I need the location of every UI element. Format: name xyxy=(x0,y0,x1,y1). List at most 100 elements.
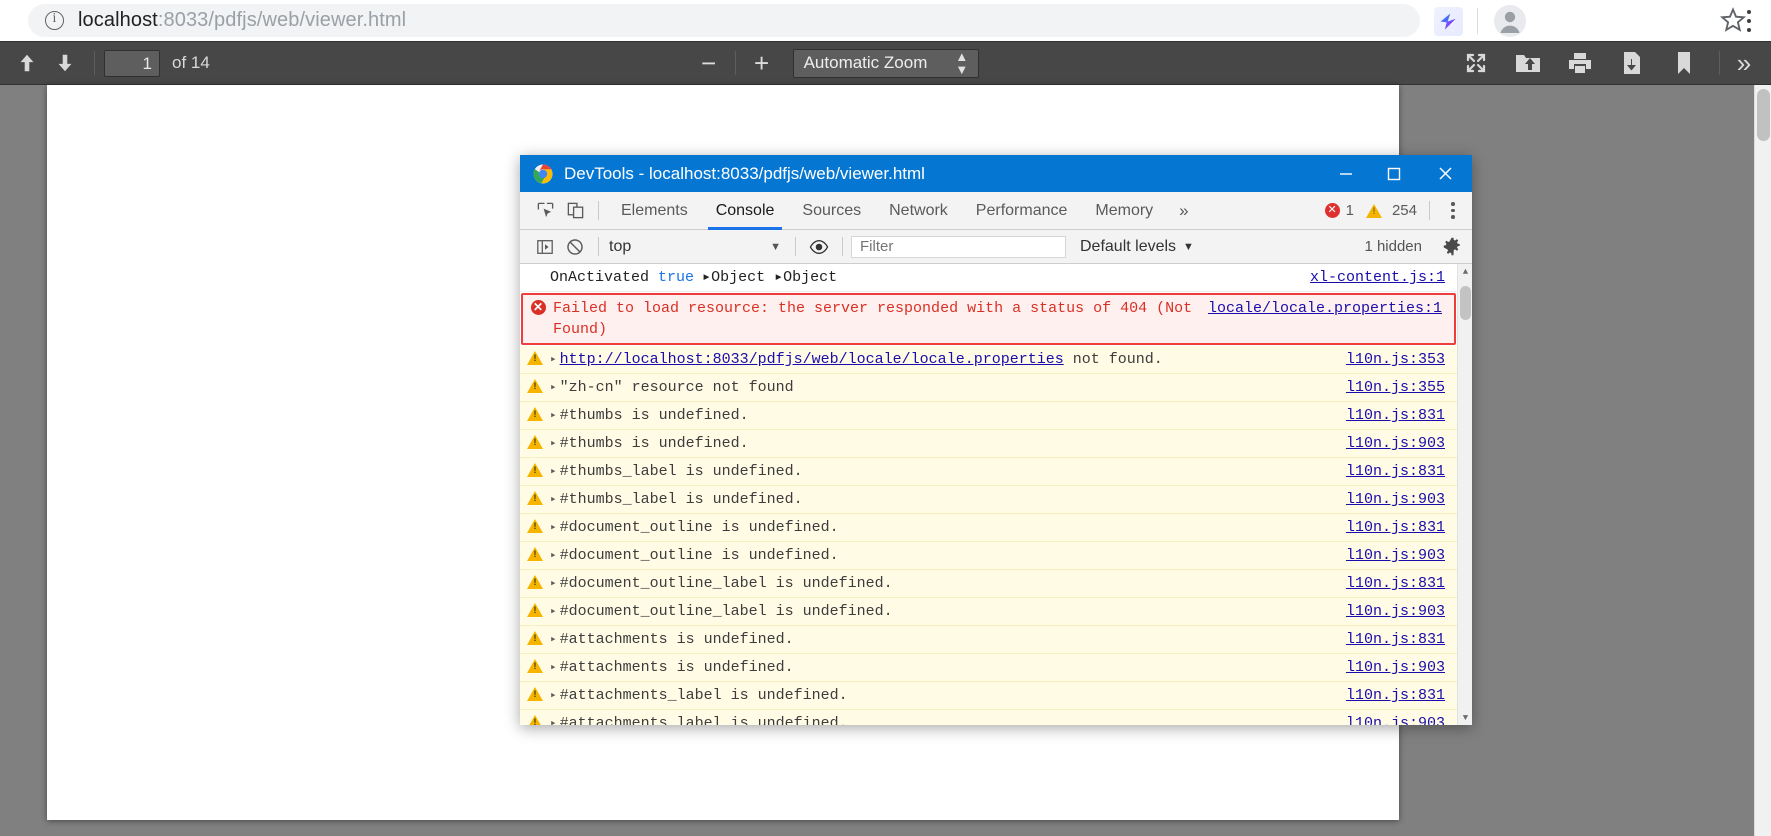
tab-network[interactable]: Network xyxy=(875,192,962,230)
console-scrollbar[interactable]: ▲ ▼ xyxy=(1457,264,1472,725)
expand-triangle-icon[interactable]: ▸ xyxy=(550,601,557,618)
console-filter-input[interactable] xyxy=(851,236,1066,258)
presentation-fullscreen-icon[interactable] xyxy=(1461,48,1491,78)
zoom-out-button[interactable]: − xyxy=(692,50,726,76)
expand-triangle-icon[interactable]: ▸ xyxy=(550,685,557,702)
expand-triangle-icon[interactable]: ▸ xyxy=(550,545,557,562)
expand-triangle-icon[interactable]: ▸ xyxy=(550,517,557,534)
console-log-row[interactable]: ▸ #thumbs_label is undefined. l10n.js:83… xyxy=(520,458,1457,486)
console-log-panel[interactable]: OnActivated true▸Object ▸Object xl-conte… xyxy=(520,264,1472,725)
expand-triangle-icon[interactable]: ▸ xyxy=(550,377,557,394)
log-message: Failed to load resource: the server resp… xyxy=(553,298,1208,340)
log-source-link[interactable]: xl-content.js:1 xyxy=(1310,267,1457,288)
console-log-row[interactable]: ▸ "zh-cn" resource not found l10n.js:355 xyxy=(520,374,1457,402)
chrome-menu-kebab-icon[interactable] xyxy=(1738,8,1760,34)
scroll-down-icon[interactable]: ▼ xyxy=(1458,710,1472,725)
log-source-link[interactable]: l10n.js:903 xyxy=(1346,657,1457,678)
viewer-scrollbar-thumb[interactable] xyxy=(1757,89,1770,141)
console-log-row[interactable]: ▸ #attachments_label is undefined. l10n.… xyxy=(520,710,1457,725)
zoom-in-button[interactable]: + xyxy=(745,50,779,76)
log-levels-select[interactable]: Default levels ▼ xyxy=(1080,238,1194,256)
toolbar-divider xyxy=(1429,201,1430,220)
expand-triangle-icon[interactable]: ▸ xyxy=(550,349,557,366)
tab-memory[interactable]: Memory xyxy=(1081,192,1167,230)
expand-triangle-icon[interactable]: ▸ xyxy=(550,489,557,506)
console-log-row[interactable]: ▸ #attachments_label is undefined. l10n.… xyxy=(520,682,1457,710)
more-tools-double-chevron-icon[interactable]: » xyxy=(1729,48,1759,78)
log-source-link[interactable]: l10n.js:903 xyxy=(1346,545,1457,566)
more-tabs-icon[interactable]: » xyxy=(1167,192,1200,230)
execution-context-select[interactable]: top ▼ xyxy=(607,236,787,258)
console-filter-toolbar: top ▼ Default levels ▼ 1 hidden xyxy=(520,230,1472,264)
tab-sources[interactable]: Sources xyxy=(788,192,875,230)
toolbar-divider xyxy=(735,51,736,75)
log-source-link[interactable]: l10n.js:355 xyxy=(1346,377,1457,398)
expand-triangle-icon[interactable]: ▸ xyxy=(550,433,557,450)
expand-triangle-icon[interactable]: ▸ xyxy=(550,657,557,674)
console-log-row[interactable]: ▸ #attachments is undefined. l10n.js:831 xyxy=(520,626,1457,654)
console-log-row[interactable]: ▸ #document_outline_label is undefined. … xyxy=(520,598,1457,626)
console-log-row[interactable]: ▸ #thumbs is undefined. l10n.js:903 xyxy=(520,430,1457,458)
console-log-row[interactable]: ▸ #attachments is undefined. l10n.js:903 xyxy=(520,654,1457,682)
console-log-row[interactable]: ▸ #document_outline is undefined. l10n.j… xyxy=(520,514,1457,542)
error-circle-icon: ✕ xyxy=(523,298,553,315)
expand-triangle-icon[interactable]: ▸ xyxy=(550,461,557,478)
address-bar[interactable]: localhost:8033/pdfjs/web/viewer.html xyxy=(28,4,1420,37)
zoom-level-select[interactable]: Automatic Zoom ▲▼ xyxy=(793,49,980,78)
page-down-arrow-icon[interactable] xyxy=(50,48,80,78)
console-log-row[interactable]: ▸ #document_outline is undefined. l10n.j… xyxy=(520,542,1457,570)
page-up-arrow-icon[interactable] xyxy=(12,48,42,78)
log-url-link[interactable]: http://localhost:8033/pdfjs/web/locale/l… xyxy=(560,351,1064,368)
console-log-row[interactable]: ▸ #document_outline_label is undefined. … xyxy=(520,570,1457,598)
tab-performance[interactable]: Performance xyxy=(962,192,1082,230)
close-button[interactable] xyxy=(1418,155,1472,192)
open-file-icon[interactable] xyxy=(1513,48,1543,78)
info-circle-icon[interactable] xyxy=(45,11,64,30)
console-log-row[interactable]: ▸ #thumbs_label is undefined. l10n.js:90… xyxy=(520,486,1457,514)
settings-gear-icon[interactable] xyxy=(1436,232,1468,262)
print-icon[interactable] xyxy=(1565,48,1595,78)
console-log-row-error[interactable]: ✕ Failed to load resource: the server re… xyxy=(521,293,1456,345)
devtools-titlebar[interactable]: DevTools - localhost:8033/pdfjs/web/view… xyxy=(520,155,1472,192)
console-log-row[interactable]: ▸ http://localhost:8033/pdfjs/web/locale… xyxy=(520,346,1457,374)
log-source-link[interactable]: l10n.js:353 xyxy=(1346,349,1457,370)
expand-triangle-icon[interactable]: ▸ xyxy=(550,573,557,590)
log-source-link[interactable]: l10n.js:903 xyxy=(1346,601,1457,622)
console-log-row[interactable]: ▸ #thumbs is undefined. l10n.js:831 xyxy=(520,402,1457,430)
log-objects[interactable]: ▸Object ▸Object xyxy=(702,269,837,286)
log-source-link[interactable]: l10n.js:831 xyxy=(1346,517,1457,538)
live-expression-eye-icon[interactable] xyxy=(804,232,834,262)
log-source-link[interactable]: locale/locale.properties:1 xyxy=(1208,298,1454,319)
log-source-link[interactable]: l10n.js:831 xyxy=(1346,629,1457,650)
console-log-row[interactable]: OnActivated true▸Object ▸Object xl-conte… xyxy=(520,264,1457,292)
issue-counters[interactable]: ✕ 1 254 xyxy=(1325,202,1419,219)
page-number-input[interactable]: 1 xyxy=(104,50,160,77)
log-message: #attachments_label is undefined. xyxy=(560,713,1346,725)
inspect-element-icon[interactable] xyxy=(530,196,560,226)
bookmark-icon[interactable] xyxy=(1669,48,1699,78)
clear-console-icon[interactable] xyxy=(560,232,590,262)
devtools-menu-kebab-icon[interactable] xyxy=(1440,196,1466,226)
log-source-link[interactable]: l10n.js:831 xyxy=(1346,405,1457,426)
expand-triangle-icon[interactable]: ▸ xyxy=(550,629,557,646)
console-scrollbar-thumb[interactable] xyxy=(1460,286,1471,320)
tab-console[interactable]: Console xyxy=(702,192,789,230)
profile-avatar-icon[interactable] xyxy=(1493,4,1527,38)
log-source-link[interactable]: l10n.js:831 xyxy=(1346,685,1457,706)
expand-triangle-icon[interactable]: ▸ xyxy=(550,405,557,422)
log-source-link[interactable]: l10n.js:831 xyxy=(1346,573,1457,594)
console-sidebar-toggle-icon[interactable] xyxy=(530,232,560,262)
expand-triangle-icon[interactable]: ▸ xyxy=(550,713,557,725)
maximize-button[interactable] xyxy=(1370,155,1418,192)
scroll-up-icon[interactable]: ▲ xyxy=(1458,264,1472,279)
log-source-link[interactable]: l10n.js:903 xyxy=(1346,489,1457,510)
device-toolbar-icon[interactable] xyxy=(560,196,590,226)
log-source-link[interactable]: l10n.js:903 xyxy=(1346,713,1457,725)
log-source-link[interactable]: l10n.js:903 xyxy=(1346,433,1457,454)
tab-elements[interactable]: Elements xyxy=(607,192,702,230)
log-source-link[interactable]: l10n.js:831 xyxy=(1346,461,1457,482)
extension-icon[interactable] xyxy=(1434,7,1463,36)
download-icon[interactable] xyxy=(1617,48,1647,78)
minimize-button[interactable] xyxy=(1322,155,1370,192)
viewer-scrollbar[interactable] xyxy=(1754,85,1771,836)
